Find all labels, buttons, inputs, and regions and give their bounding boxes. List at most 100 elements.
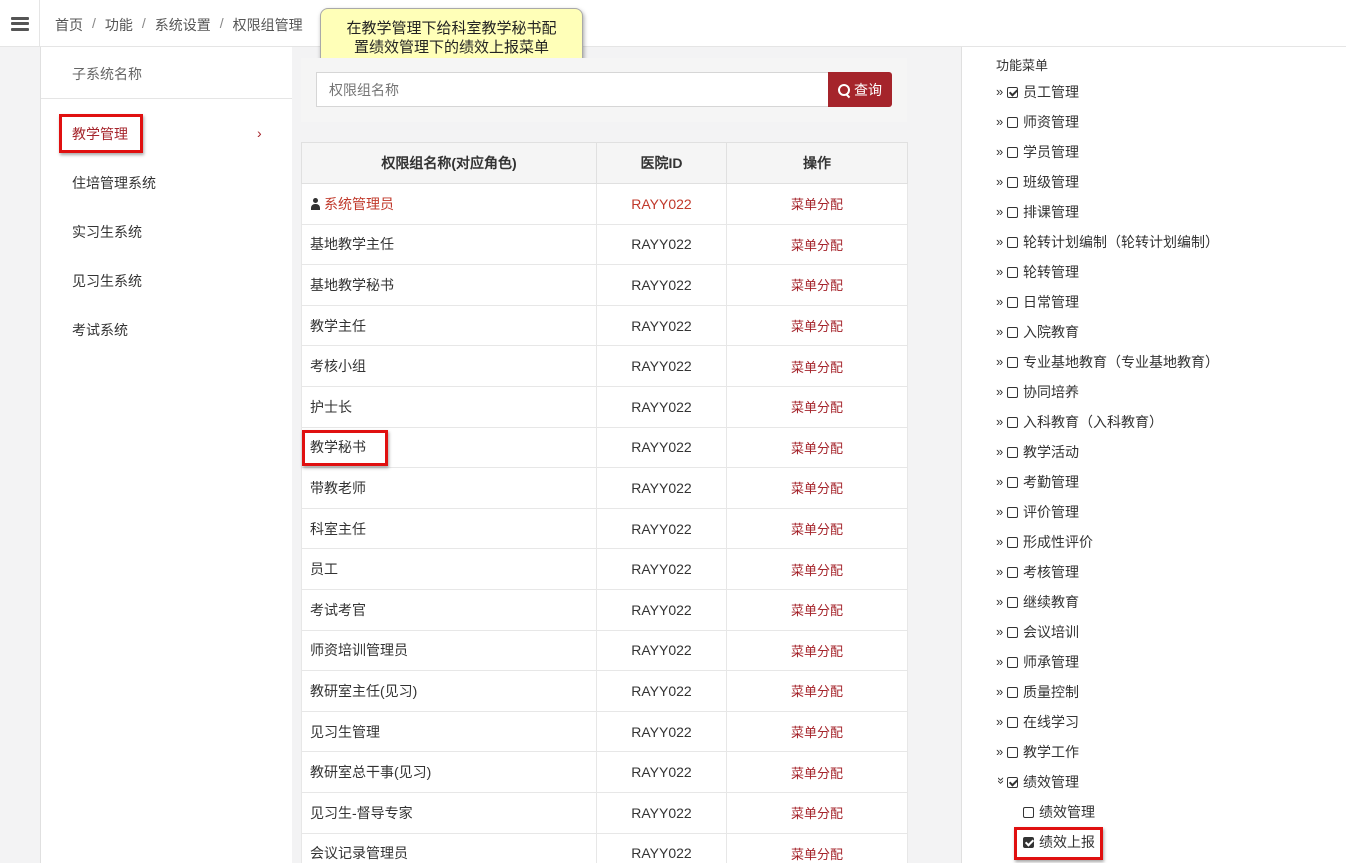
menu-tree-item[interactable]: » 在线学习: [996, 712, 1079, 732]
checkbox-icon[interactable]: [1007, 236, 1018, 248]
expand-icon[interactable]: »: [996, 145, 1006, 159]
menu-assign-link[interactable]: 菜单分配: [791, 441, 843, 456]
checkbox-checked-icon[interactable]: [1023, 836, 1034, 848]
checkbox-icon[interactable]: [1007, 386, 1018, 398]
menu-tree-item[interactable]: » 考勤管理: [996, 472, 1079, 492]
menu-tree-item[interactable]: » 专业基地教育（专业基地教育）: [996, 352, 1219, 372]
breadcrumb-system-settings[interactable]: 系统设置: [155, 15, 211, 35]
menu-tree-item[interactable]: » 绩效管理: [994, 772, 1079, 792]
checkbox-icon[interactable]: [1007, 446, 1018, 458]
menu-tree-item[interactable]: » 协同培养: [996, 382, 1079, 402]
subsystem-item-teaching[interactable]: 教学管理: [72, 124, 128, 144]
menu-tree-child-item[interactable]: 绩效上报: [1023, 832, 1095, 852]
checkbox-icon[interactable]: [1007, 206, 1018, 218]
menu-tree-item[interactable]: » 排课管理: [996, 202, 1079, 222]
menu-tree-item[interactable]: » 继续教育: [996, 592, 1079, 612]
menu-tree-item[interactable]: » 入院教育: [996, 322, 1079, 342]
expand-icon[interactable]: »: [996, 625, 1006, 639]
menu-assign-link[interactable]: 菜单分配: [791, 806, 843, 821]
menu-assign-link[interactable]: 菜单分配: [791, 481, 843, 496]
expand-icon[interactable]: »: [996, 595, 1006, 609]
menu-tree-item[interactable]: » 日常管理: [996, 292, 1079, 312]
menu-assign-link[interactable]: 菜单分配: [791, 360, 843, 375]
subsystem-item-exam[interactable]: 考试系统: [72, 320, 128, 340]
checkbox-checked-icon[interactable]: [1007, 86, 1018, 98]
checkbox-icon[interactable]: [1007, 326, 1018, 338]
subsystem-item-trainee[interactable]: 见习生系统: [72, 271, 142, 291]
expand-icon[interactable]: »: [996, 655, 1006, 669]
collapse-icon[interactable]: »: [994, 777, 1009, 787]
menu-assign-link[interactable]: 菜单分配: [791, 563, 843, 578]
checkbox-icon[interactable]: [1007, 656, 1018, 668]
expand-icon[interactable]: »: [996, 475, 1006, 489]
menu-assign-link[interactable]: 菜单分配: [791, 766, 843, 781]
menu-tree-item[interactable]: » 师资管理: [996, 112, 1079, 132]
menu-tree-item[interactable]: » 班级管理: [996, 172, 1079, 192]
checkbox-icon[interactable]: [1007, 176, 1018, 188]
checkbox-icon[interactable]: [1007, 476, 1018, 488]
menu-tree-item[interactable]: » 形成性评价: [996, 532, 1093, 552]
expand-icon[interactable]: »: [996, 205, 1006, 219]
menu-tree-child-item[interactable]: 绩效管理: [1023, 802, 1095, 822]
expand-icon[interactable]: »: [996, 235, 1006, 249]
subsystem-item-intern[interactable]: 实习生系统: [72, 222, 142, 242]
menu-assign-link[interactable]: 菜单分配: [791, 400, 843, 415]
checkbox-icon[interactable]: [1007, 626, 1018, 638]
expand-icon[interactable]: »: [996, 265, 1006, 279]
checkbox-icon[interactable]: [1007, 596, 1018, 608]
expand-icon[interactable]: »: [996, 505, 1006, 519]
menu-tree-item[interactable]: » 考核管理: [996, 562, 1079, 582]
expand-icon[interactable]: »: [996, 115, 1006, 129]
menu-toggle-button[interactable]: [0, 0, 40, 47]
expand-icon[interactable]: »: [996, 745, 1006, 759]
menu-tree-item[interactable]: » 入科教育（入科教育）: [996, 412, 1163, 432]
search-button[interactable]: 查询: [828, 72, 892, 107]
menu-assign-link[interactable]: 菜单分配: [791, 684, 843, 699]
menu-assign-link[interactable]: 菜单分配: [791, 644, 843, 659]
checkbox-icon[interactable]: [1007, 506, 1018, 518]
expand-icon[interactable]: »: [996, 415, 1006, 429]
checkbox-icon[interactable]: [1007, 566, 1018, 578]
expand-icon[interactable]: »: [996, 175, 1006, 189]
menu-tree-item[interactable]: » 学员管理: [996, 142, 1079, 162]
checkbox-icon[interactable]: [1007, 416, 1018, 428]
menu-assign-link[interactable]: 菜单分配: [791, 522, 843, 537]
expand-icon[interactable]: »: [996, 355, 1006, 369]
expand-icon[interactable]: »: [996, 325, 1006, 339]
menu-assign-link[interactable]: 菜单分配: [791, 725, 843, 740]
checkbox-icon[interactable]: [1023, 806, 1034, 818]
checkbox-icon[interactable]: [1007, 536, 1018, 548]
menu-tree-item[interactable]: » 教学工作: [996, 742, 1079, 762]
expand-icon[interactable]: »: [996, 445, 1006, 459]
menu-tree-item[interactable]: » 员工管理: [996, 82, 1079, 102]
checkbox-icon[interactable]: [1007, 356, 1018, 368]
menu-assign-link[interactable]: 菜单分配: [791, 238, 843, 253]
menu-assign-link[interactable]: 菜单分配: [791, 319, 843, 334]
menu-assign-link[interactable]: 菜单分配: [791, 197, 843, 212]
checkbox-checked-icon[interactable]: [1007, 776, 1018, 788]
menu-assign-link[interactable]: 菜单分配: [791, 847, 843, 862]
menu-tree-item[interactable]: » 会议培训: [996, 622, 1079, 642]
search-input[interactable]: [316, 72, 829, 107]
checkbox-icon[interactable]: [1007, 266, 1018, 278]
expand-icon[interactable]: »: [996, 385, 1006, 399]
menu-tree-item[interactable]: » 评价管理: [996, 502, 1079, 522]
checkbox-icon[interactable]: [1007, 746, 1018, 758]
expand-icon[interactable]: »: [996, 565, 1006, 579]
menu-tree-item[interactable]: » 轮转管理: [996, 262, 1079, 282]
menu-tree-item[interactable]: » 质量控制: [996, 682, 1079, 702]
breadcrumb-function[interactable]: 功能: [105, 15, 133, 35]
menu-tree-item[interactable]: » 教学活动: [996, 442, 1079, 462]
expand-icon[interactable]: »: [996, 85, 1006, 99]
checkbox-icon[interactable]: [1007, 296, 1018, 308]
expand-icon[interactable]: »: [996, 535, 1006, 549]
breadcrumb-home[interactable]: 首页: [55, 15, 83, 35]
expand-icon[interactable]: »: [996, 715, 1006, 729]
expand-icon[interactable]: »: [996, 295, 1006, 309]
checkbox-icon[interactable]: [1007, 716, 1018, 728]
menu-assign-link[interactable]: 菜单分配: [791, 603, 843, 618]
checkbox-icon[interactable]: [1007, 116, 1018, 128]
menu-tree-item[interactable]: » 轮转计划编制（轮转计划编制）: [996, 232, 1219, 252]
menu-assign-link[interactable]: 菜单分配: [791, 278, 843, 293]
menu-tree-item[interactable]: » 师承管理: [996, 652, 1079, 672]
